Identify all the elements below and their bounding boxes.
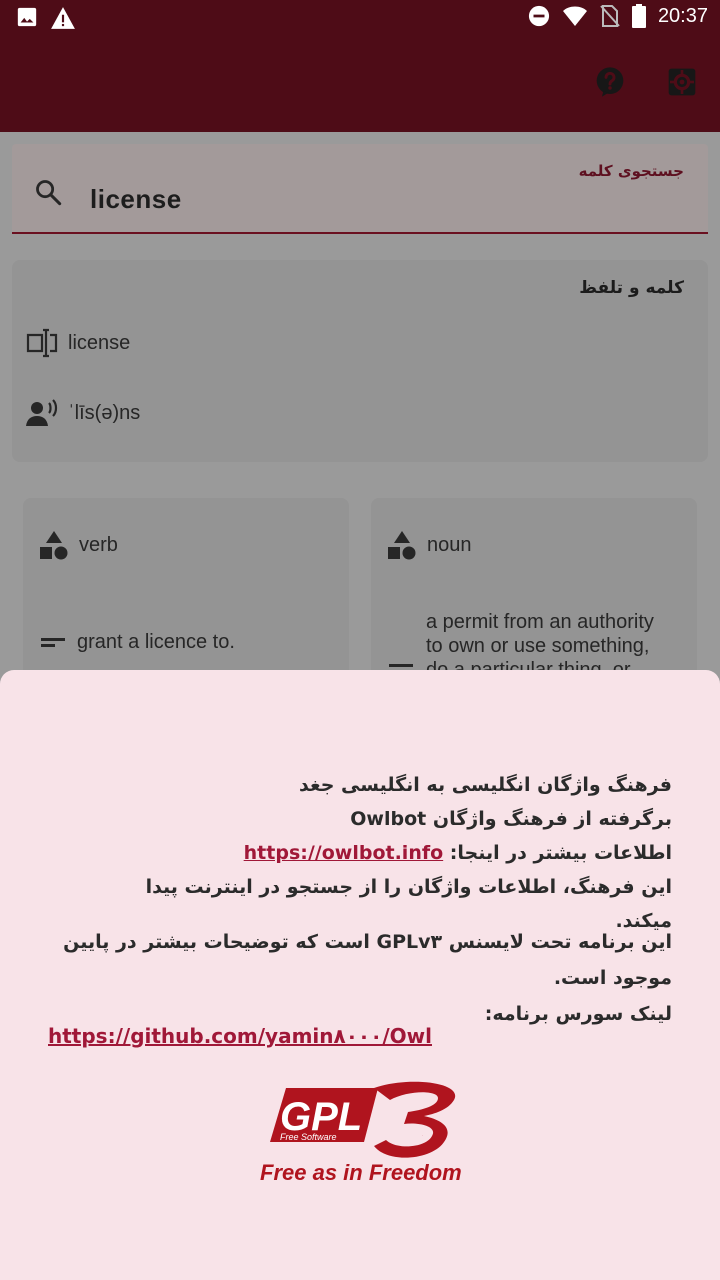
status-time: 20:37 [657,4,708,27]
github-link[interactable]: https://github.com/yamin۸۰۰۰/Owl [48,1024,432,1048]
short-text-icon [41,638,65,647]
pos-label: verb [79,533,118,556]
search-input[interactable]: license [90,184,182,215]
definition-text: grant a licence to. [77,631,235,653]
text-field-icon [26,328,58,358]
no-sim-icon [600,5,620,27]
search-icon[interactable] [34,178,62,206]
warning-icon [51,7,75,29]
about-source: برگرفته از فرهنگ واژگان Owlbot [350,808,672,830]
help-icon [596,67,624,97]
record-voice-icon [26,399,58,426]
owlbot-link[interactable]: https://owlbot.info [244,842,444,864]
do-not-disturb-icon [528,5,550,27]
more-info-label: اطلاعات بیشتر در اینجا: [449,842,672,864]
gpl-tagline: Free as in Freedom [260,1160,462,1185]
category-icon [388,531,416,560]
definition-line: a permit from an authority [426,611,654,633]
about-more-info: اطلاعات بیشتر در اینجا: https://owlbot.i… [112,836,672,870]
word-text: license [68,331,131,354]
definition-line: to own or use something, [426,635,650,657]
gpl-version: 3 [422,1135,423,1137]
definition-row: grant a licence to. [39,630,235,654]
pronunciation-row[interactable]: ˈlīs(ə)ns [26,398,140,428]
wifi-icon [562,6,587,26]
search-label: جستجوی کلمه [578,162,684,180]
about-bottom-sheet: فرهنگ واژگان انگلیسی به انگلیسی جغد برگر… [0,670,720,1280]
pos-label: noun [427,533,472,556]
app-bar [0,36,720,132]
pronunciation-text: ˈlīs(ə)ns [68,401,141,424]
pos-row: verb [39,530,118,560]
settings-button[interactable] [666,66,702,102]
search-field[interactable]: جستجوی کلمه license [12,144,708,234]
pos-row: noun [387,530,472,560]
license-statement: این برنامه تحت لایسنس GPLv۳ است که توضیح… [63,931,672,989]
license-text: این برنامه تحت لایسنس GPLv۳ است که توضیح… [48,924,672,1032]
battery-icon [631,4,646,28]
word-row: license [26,328,130,358]
category-icon [40,531,68,560]
gpl-subtitle: Free Software [280,1132,337,1142]
help-button[interactable] [594,66,630,102]
image-icon [17,7,37,27]
noun-card: noun a permit from an authority to own o… [371,498,697,698]
about-text: فرهنگ واژگان انگلیسی به انگلیسی جغد برگر… [112,768,672,938]
status-bar: 20:37 [0,0,720,36]
word-card: کلمه و تلفظ license ˈlīs(ə)ns [12,260,708,462]
gpl-v3-logo: GPL Free Software 3 Free as in Freedom [260,1081,462,1185]
settings-icon [668,68,696,96]
about-title: فرهنگ واژگان انگلیسی به انگلیسی جغد [299,774,672,796]
verb-card: verb grant a licence to. [23,498,349,698]
word-card-title: کلمه و تلفظ [579,278,684,298]
